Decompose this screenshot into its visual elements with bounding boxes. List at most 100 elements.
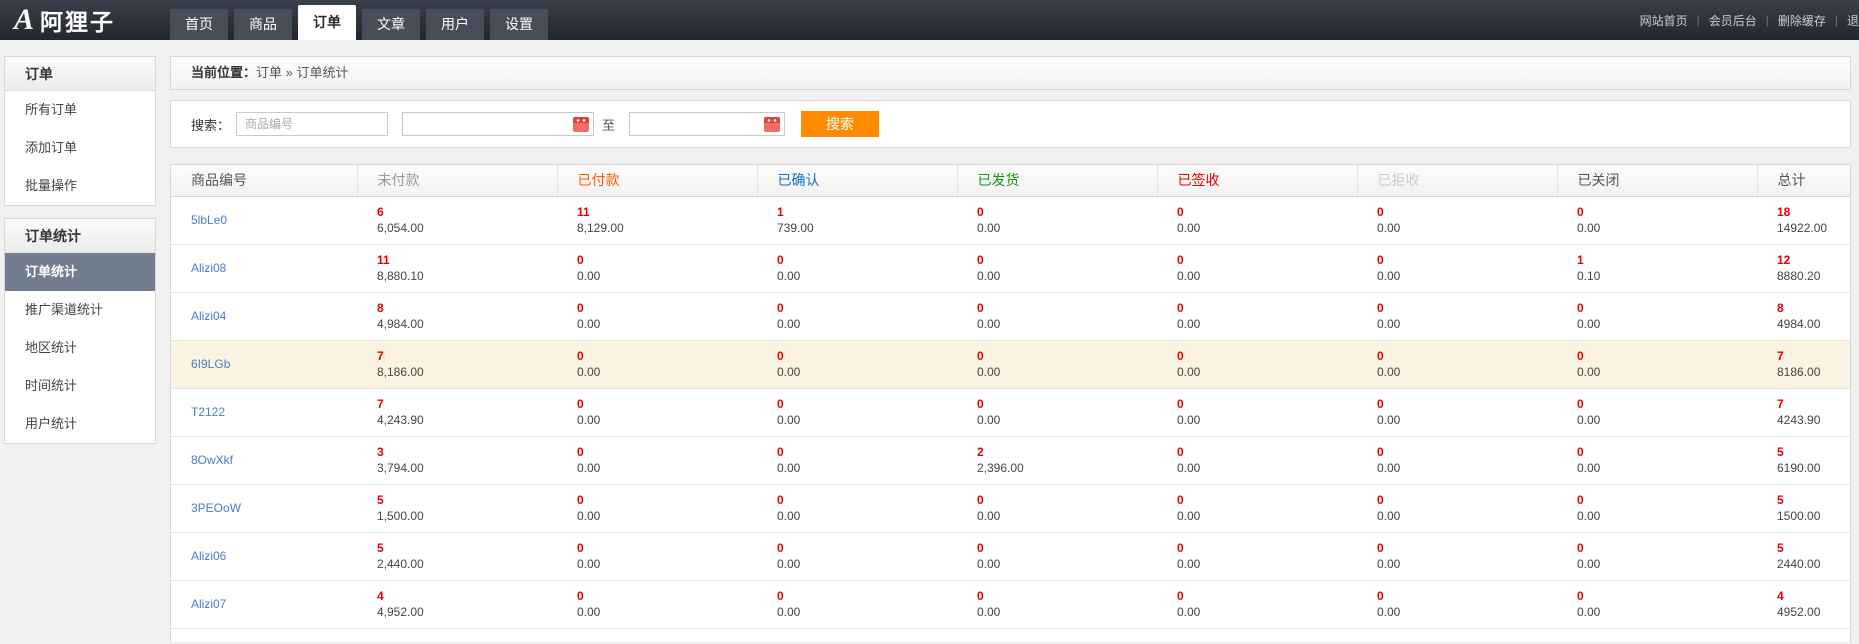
order-count: 0 [777, 444, 957, 460]
order-amount: 4,984.00 [377, 316, 557, 332]
order-count: 0 [577, 300, 757, 316]
stat-cell: 00.00 [757, 388, 957, 436]
order-count: 5 [1777, 444, 1850, 460]
order-count: 0 [1577, 444, 1757, 460]
order-count: 7 [1777, 348, 1850, 364]
product-code-link[interactable]: Alizi08 [191, 261, 226, 275]
stat-cell: 00.00 [1157, 484, 1357, 532]
stat-cell: 00.00 [557, 388, 757, 436]
stat-cell: 00.00 [1357, 532, 1557, 580]
product-code-link[interactable]: Alizi06 [191, 549, 226, 563]
logo-text: 阿狸子 [40, 3, 115, 37]
sidebar-item[interactable]: 批量操作 [5, 167, 155, 205]
order-amount: 0.00 [1177, 556, 1357, 572]
order-count: 6 [377, 204, 557, 220]
order-count: 0 [1177, 252, 1357, 268]
logo[interactable]: A 阿狸子 [14, 3, 142, 37]
order-count: 0 [1377, 492, 1557, 508]
order-amount: 0.00 [577, 268, 757, 284]
order-count: 7 [377, 396, 557, 412]
stat-cell: 00.00 [1157, 244, 1357, 292]
top-link-2[interactable]: 删除缓存 [1778, 12, 1826, 29]
stat-cell: 00.00 [957, 388, 1157, 436]
sidebar-item[interactable]: 添加订单 [5, 129, 155, 167]
nav-tab-4[interactable]: 用户 [426, 9, 484, 40]
order-amount: 0.00 [1577, 412, 1757, 428]
stat-cell: 00.00 [757, 292, 957, 340]
order-amount: 0.00 [777, 268, 957, 284]
stat-cell [1757, 628, 1850, 642]
nav-tab-0[interactable]: 首页 [170, 9, 228, 40]
search-bar: 搜索： 至 搜索 [170, 100, 1851, 148]
order-amount: 0.00 [777, 556, 957, 572]
stat-cell: 66,054.00 [357, 196, 557, 244]
product-code-link[interactable]: Alizi07 [191, 597, 226, 611]
stat-cell: 00.00 [1357, 244, 1557, 292]
order-amount: 3,794.00 [377, 460, 557, 476]
product-code-link[interactable]: 8OwXkf [191, 453, 233, 467]
product-code-link[interactable]: Alizi04 [191, 309, 226, 323]
top-link-separator: | [1697, 13, 1700, 27]
sidebar-item[interactable]: 地区统计 [5, 329, 155, 367]
order-amount: 14922.00 [1777, 220, 1850, 236]
order-amount: 0.00 [1377, 412, 1557, 428]
stat-cell: 00.00 [1157, 436, 1357, 484]
order-count: 1 [1577, 252, 1757, 268]
column-header: 已签收 [1157, 165, 1357, 196]
date-to-input[interactable] [629, 112, 785, 136]
table-row: 8OwXkf33,794.0000.0000.0022,396.0000.000… [171, 436, 1850, 484]
nav-tab-1[interactable]: 商品 [234, 9, 292, 40]
order-count: 0 [777, 396, 957, 412]
stat-cell: 118,129.00 [557, 196, 757, 244]
product-code-link[interactable]: 3PEOoW [191, 501, 241, 515]
product-code-link[interactable]: 5lbLe0 [191, 213, 227, 227]
order-amount: 739.00 [777, 220, 957, 236]
product-code-link[interactable]: T2122 [191, 405, 225, 419]
nav-tab-5[interactable]: 设置 [490, 9, 548, 40]
order-count: 0 [777, 252, 957, 268]
order-amount: 0.00 [977, 220, 1157, 236]
stat-cell: 00.00 [957, 340, 1157, 388]
order-count: 8 [1777, 300, 1850, 316]
stat-cell [357, 628, 557, 642]
stat-cell: 1814922.00 [1757, 196, 1850, 244]
page-body: 订单所有订单添加订单批量操作订单统计订单统计推广渠道统计地区统计时间统计用户统计… [0, 40, 1859, 642]
order-count: 0 [777, 348, 957, 364]
sidebar-item[interactable]: 推广渠道统计 [5, 291, 155, 329]
date-from-wrap [402, 112, 594, 136]
stat-cell [757, 628, 957, 642]
top-link-1[interactable]: 会员后台 [1709, 12, 1757, 29]
table-row: Alizi0744,952.0000.0000.0000.0000.0000.0… [171, 580, 1850, 628]
order-count: 11 [577, 204, 757, 220]
sidebar-item[interactable]: 用户统计 [5, 405, 155, 443]
sidebar-item[interactable]: 所有订单 [5, 91, 155, 129]
order-count: 0 [1577, 540, 1757, 556]
top-link-3[interactable]: 退出 [1847, 12, 1859, 29]
calendar-icon[interactable] [764, 117, 780, 132]
nav-tab-3[interactable]: 文章 [362, 9, 420, 40]
stat-cell [557, 628, 757, 642]
calendar-icon[interactable] [573, 117, 589, 132]
product-code-input[interactable] [236, 112, 388, 136]
app-root: A 阿狸子 首页商品订单文章用户设置 网站首页|会员后台|删除缓存|退出 订单所… [0, 0, 1859, 642]
product-code-link[interactable]: 6I9LGb [191, 357, 230, 371]
sidebar-item[interactable]: 时间统计 [5, 367, 155, 405]
sidebar-section-title: 订单统计 [5, 219, 155, 253]
stat-cell: 00.00 [1157, 532, 1357, 580]
order-amount: 1500.00 [1777, 508, 1850, 524]
stat-cell: 74,243.90 [357, 388, 557, 436]
date-from-input[interactable] [402, 112, 594, 136]
top-link-0[interactable]: 网站首页 [1640, 12, 1688, 29]
search-button[interactable]: 搜索 [801, 111, 879, 137]
order-stats-table: 商品编号未付款已付款已确认已发货已签收已拒收已关闭总计 5lbLe066,054… [171, 165, 1850, 642]
order-count: 7 [1777, 396, 1850, 412]
order-amount: 0.00 [1377, 220, 1557, 236]
sidebar-item[interactable]: 订单统计 [5, 253, 155, 291]
order-amount: 0.10 [1577, 268, 1757, 284]
nav-tab-2[interactable]: 订单 [298, 5, 356, 40]
stat-cell: 74243.90 [1757, 388, 1850, 436]
stat-cell: 00.00 [957, 580, 1157, 628]
order-amount: 0.00 [1177, 316, 1357, 332]
order-amount: 0.00 [1177, 604, 1357, 620]
order-amount: 0.00 [977, 364, 1157, 380]
